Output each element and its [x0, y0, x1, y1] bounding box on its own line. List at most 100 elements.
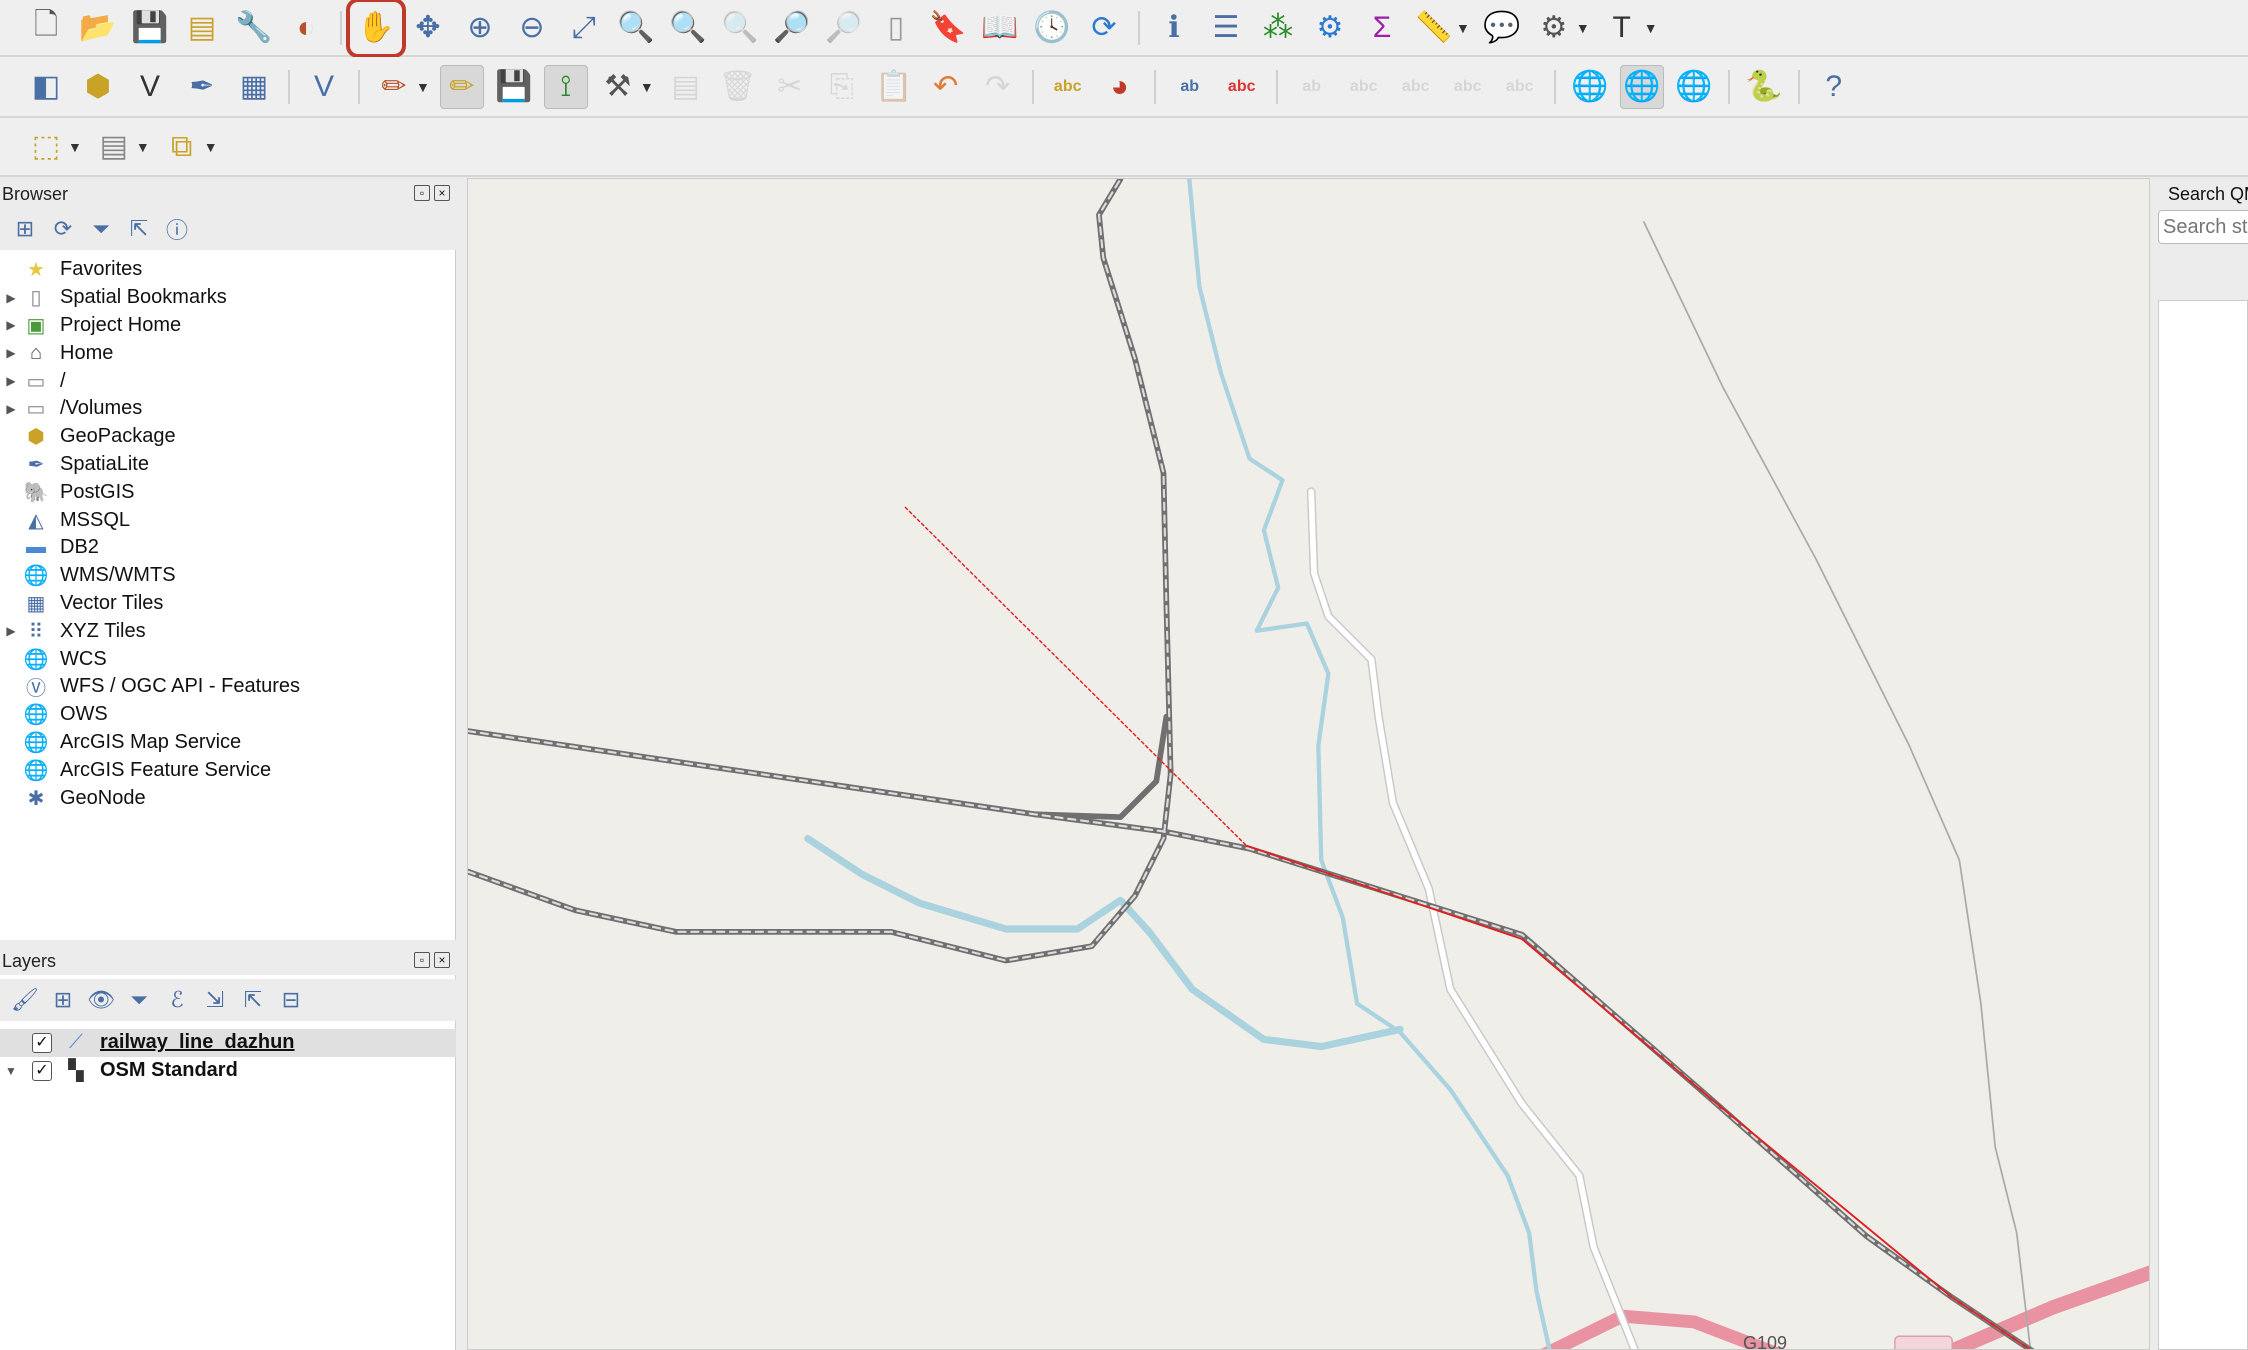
close-panel-icon[interactable]: × — [434, 952, 450, 968]
new-map-view-icon[interactable]: ▯ — [874, 6, 918, 50]
browser-item[interactable]: ▶ ▭ / — [0, 367, 456, 395]
map-canvas[interactable]: G109 — [467, 178, 2150, 1350]
zoom-native-icon[interactable]: 🔍 — [718, 6, 762, 50]
digitize-icon[interactable]: ⟟ — [543, 64, 588, 109]
pan-map-icon[interactable]: ✋ — [346, 0, 406, 58]
new-shapefile-layer-icon[interactable]: V — [128, 65, 172, 109]
vertex-tool-icon[interactable]: ⚒ — [596, 65, 640, 109]
dropdown-arrow-icon[interactable]: ▼ — [68, 139, 82, 155]
delete-selected-icon[interactable]: 🗑 — [716, 65, 760, 109]
save-project-icon[interactable]: 💾 — [128, 6, 172, 50]
change-label-icon[interactable]: abc — [1498, 65, 1542, 109]
close-panel-icon[interactable]: × — [434, 185, 450, 201]
new-virtual-layer-icon[interactable]: V — [302, 65, 346, 109]
browser-item[interactable]: ▶ ▣ Project Home — [0, 312, 456, 340]
manage-themes-icon[interactable]: 👁 — [86, 985, 116, 1015]
data-source-manager-icon[interactable]: ◧ — [24, 65, 68, 109]
select-by-value-icon[interactable]: ▤ — [92, 125, 136, 169]
show-hide-labels-icon[interactable]: abc — [1342, 65, 1386, 109]
refresh-icon[interactable]: ⟳ — [48, 214, 78, 244]
pan-to-selection-icon[interactable]: ✥ — [406, 6, 450, 50]
expand-arrow-icon[interactable]: ▶ — [0, 624, 22, 638]
quickmapservices-icon[interactable]: 🌐 — [1619, 64, 1664, 109]
map-tips-icon[interactable]: 💬 — [1480, 6, 1524, 50]
browser-item[interactable]: ✱ GeoNode — [0, 784, 456, 812]
paste-features-icon[interactable]: 📋 — [872, 65, 916, 109]
new-print-layout-icon[interactable]: ▤ — [180, 6, 224, 50]
field-calculator-icon[interactable]: ⁂ — [1256, 6, 1300, 50]
attribute-table-icon[interactable]: ☰ — [1204, 6, 1248, 50]
identify-features-icon[interactable]: ℹ — [1152, 6, 1196, 50]
filter-legend-icon[interactable]: ⏷ — [124, 985, 154, 1015]
browser-item[interactable]: 🌐 OWS — [0, 701, 456, 729]
text-annotation-icon[interactable]: T — [1600, 6, 1644, 50]
statistical-summary-icon[interactable]: Σ — [1360, 6, 1404, 50]
zoom-in-icon[interactable]: ⊕ — [458, 6, 502, 50]
undo-icon[interactable]: ↶ — [924, 65, 968, 109]
style-manager-icon[interactable]: ◐ — [284, 6, 328, 50]
browser-item[interactable]: ⬢ GeoPackage — [0, 423, 456, 451]
cut-features-icon[interactable]: ✂ — [768, 65, 812, 109]
open-project-icon[interactable]: 📂 — [76, 6, 120, 50]
dropdown-arrow-icon[interactable]: ▼ — [416, 79, 430, 95]
save-edits-icon[interactable]: 💾 — [492, 65, 536, 109]
browser-item[interactable]: ★ Favorites — [0, 256, 456, 284]
expand-arrow-icon[interactable]: ▶ — [0, 291, 22, 305]
dropdown-arrow-icon[interactable]: ▼ — [1644, 20, 1658, 36]
zoom-next-icon[interactable]: 🔎 — [822, 6, 866, 50]
remove-layer-icon[interactable]: ⊟ — [276, 985, 306, 1015]
new-bookmark-icon[interactable]: 🔖 — [926, 6, 970, 50]
temporal-controller-icon[interactable]: 🕓 — [1030, 6, 1074, 50]
modify-attributes-icon[interactable]: ▤ — [664, 65, 708, 109]
browser-item[interactable]: ◭ MSSQL — [0, 506, 456, 534]
pin-labels-icon[interactable]: ab — [1168, 65, 1212, 109]
expand-arrow-icon[interactable]: ▶ — [0, 346, 22, 360]
filter-icon[interactable]: ⏷ — [86, 214, 116, 244]
browser-item[interactable]: 🌐 ArcGIS Map Service — [0, 729, 456, 757]
refresh-icon[interactable]: ⟳ — [1082, 6, 1126, 50]
expand-arrow-icon[interactable]: ▶ — [0, 318, 22, 332]
browser-item[interactable]: ▶ ⠿ XYZ Tiles — [0, 617, 456, 645]
browser-item[interactable]: ▦ Vector Tiles — [0, 590, 456, 618]
add-group-icon[interactable]: ⊞ — [48, 985, 78, 1015]
diagram-options-icon[interactable]: ◕ — [1098, 65, 1142, 109]
label-toolbar-icon[interactable]: abc — [1046, 65, 1090, 109]
zoom-out-icon[interactable]: ⊖ — [510, 6, 554, 50]
collapse-all-icon[interactable]: ⇱ — [124, 214, 154, 244]
add-selected-layers-icon[interactable]: ⊞ — [10, 214, 40, 244]
move-label-arrow-icon[interactable]: abc — [1394, 65, 1438, 109]
float-panel-icon[interactable]: ▫ — [414, 185, 430, 201]
current-edits-icon[interactable]: ✏ — [372, 65, 416, 109]
deselect-features-icon[interactable]: ⧉ — [160, 125, 204, 169]
browser-item[interactable]: Ⓥ WFS / OGC API - Features — [0, 673, 456, 701]
layer-item[interactable]: ▼ ✓ ▚ OSM Standard — [0, 1057, 456, 1085]
processing-toolbox-icon[interactable]: ⚙ — [1308, 6, 1352, 50]
zoom-to-layer-icon[interactable]: 🔍 — [666, 6, 710, 50]
collapse-all-icon[interactable]: ⇱ — [238, 985, 268, 1015]
layout-manager-icon[interactable]: 🔧 — [232, 6, 276, 50]
measure-icon[interactable]: 📏 — [1412, 6, 1456, 50]
expand-all-icon[interactable]: ⇲ — [200, 985, 230, 1015]
new-temporary-layer-icon[interactable]: ▦ — [232, 65, 276, 109]
browser-item[interactable]: 🌐 WCS — [0, 645, 456, 673]
browser-item[interactable]: 🌐 ArcGIS Feature Service — [0, 756, 456, 784]
run-action-icon[interactable]: ⚙ — [1532, 6, 1576, 50]
dropdown-arrow-icon[interactable]: ▼ — [136, 139, 150, 155]
properties-icon[interactable]: ⓘ — [162, 214, 192, 244]
search-qms-input[interactable] — [2158, 210, 2248, 244]
dropdown-arrow-icon[interactable]: ▼ — [204, 139, 218, 155]
new-spatialite-layer-icon[interactable]: ✒ — [180, 65, 224, 109]
metasearch-icon[interactable]: 🌐 — [1568, 65, 1612, 109]
expand-arrow-icon[interactable]: ▶ — [0, 374, 22, 388]
float-panel-icon[interactable]: ▫ — [414, 952, 430, 968]
layer-item[interactable]: ✓ ⟋ railway_line_dazhun — [0, 1029, 456, 1057]
select-features-icon[interactable]: ⬚ — [24, 125, 68, 169]
browser-item[interactable]: ▬ DB2 — [0, 534, 456, 562]
expand-arrow-icon[interactable]: ▼ — [0, 1064, 22, 1078]
dropdown-arrow-icon[interactable]: ▼ — [1456, 20, 1470, 36]
python-console-icon[interactable]: 🐍 — [1742, 65, 1786, 109]
expand-arrow-icon[interactable]: ▶ — [0, 402, 22, 416]
filter-expression-icon[interactable]: ℰ — [162, 985, 192, 1015]
dropdown-arrow-icon[interactable]: ▼ — [1576, 20, 1590, 36]
move-label-icon[interactable]: ab — [1290, 65, 1334, 109]
